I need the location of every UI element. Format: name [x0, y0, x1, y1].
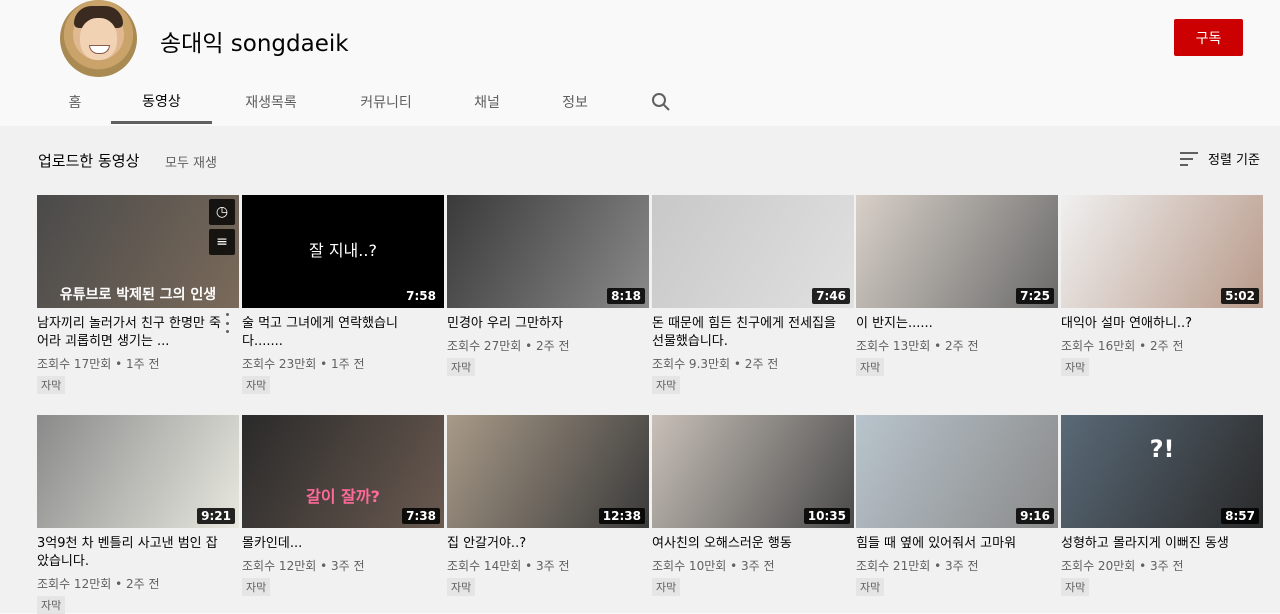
video-thumbnail[interactable]: 잘 지내..? 7:58	[242, 195, 444, 308]
tab-playlists[interactable]: 재생목록	[236, 80, 306, 124]
subtitles-badge: 자막	[652, 578, 681, 596]
video-thumbnail[interactable]: 7:25	[856, 195, 1058, 308]
tab-about[interactable]: 정보	[553, 80, 597, 124]
video-meta: 조회수 10만회 • 3주 전	[652, 559, 775, 573]
subtitles-badge: 자막	[1061, 358, 1090, 376]
subtitles-badge: 자막	[856, 358, 885, 376]
video-card[interactable]: 갈이 잘까? 7:38 몰카인데... 조회수 12만회 • 3주 전자막	[242, 415, 444, 596]
video-meta: 조회수 23만회 • 1주 전	[242, 357, 365, 371]
video-meta: 조회수 13만회 • 2주 전	[856, 339, 979, 353]
video-title[interactable]: 돈 때문에 힘든 친구에게 전세집을 선물했습니다.	[652, 315, 842, 351]
video-meta: 조회수 16만회 • 2주 전	[1061, 339, 1184, 353]
video-card[interactable]: 12:38 집 안갈거야..? 조회수 14만회 • 3주 전자막	[447, 415, 649, 596]
video-title[interactable]: 여사친의 오해스러운 행동	[652, 535, 842, 553]
video-meta: 조회수 27만회 • 2주 전	[447, 339, 570, 353]
channel-avatar[interactable]	[60, 0, 137, 77]
video-title[interactable]: 민경아 우리 그만하자	[447, 315, 637, 333]
video-thumbnail[interactable]: 7:46	[652, 195, 854, 308]
video-thumbnail[interactable]: 10:35	[652, 415, 854, 528]
video-card[interactable]: 7:25 이 반지는...... 조회수 13만회 • 2주 전자막	[856, 195, 1058, 376]
more-options-icon[interactable]	[224, 313, 230, 333]
sort-label: 정렬 기준	[1208, 153, 1260, 168]
sort-icon	[1180, 151, 1198, 166]
video-meta: 조회수 20만회 • 3주 전	[1061, 559, 1184, 573]
video-card[interactable]: 9:21 3억9천 차 벤틀리 사고낸 범인 잡았습니다. 조회수 12만회 • 2…	[37, 415, 239, 614]
video-meta: 조회수 17만회 • 1주 전	[37, 357, 160, 371]
video-title[interactable]: 이 반지는......	[856, 315, 1046, 333]
thumbnail-caption: 유튜브로 박제된 그의 인생	[59, 287, 217, 303]
subtitles-badge: 자막	[652, 376, 681, 394]
thumbnail-caption: 갈이 잘까?	[306, 487, 380, 506]
thumbnail-caption: 잘 지내..?	[309, 241, 377, 260]
video-card[interactable]: 9:16 힘들 때 옆에 있어줘서 고마워조회수 21만회 • 3주 전자막	[856, 415, 1058, 596]
video-title[interactable]: 대익아 설마 연애하니..?	[1061, 315, 1251, 333]
video-duration: 7:58	[402, 288, 440, 304]
search-icon[interactable]	[651, 92, 671, 112]
video-title[interactable]: 몰카인데...	[242, 535, 432, 553]
video-meta: 조회수 12만회 • 2주 전	[37, 577, 160, 591]
tab-channels[interactable]: 채널	[466, 80, 508, 124]
channel-name: 송대익 songdaeik	[160, 31, 349, 57]
play-all-link[interactable]: 모두 재생	[165, 152, 217, 171]
video-meta: 조회수 21만회 • 3주 전	[856, 559, 979, 573]
video-title[interactable]: 힘들 때 옆에 있어줘서 고마워	[856, 535, 1046, 553]
video-thumbnail[interactable]: 9:21	[37, 415, 239, 528]
video-duration: 9:16	[1016, 508, 1054, 524]
add-to-queue-icon[interactable]: ≡	[209, 229, 235, 255]
video-thumbnail[interactable]: 5:02	[1061, 195, 1263, 308]
video-thumbnail[interactable]: 9:16	[856, 415, 1058, 528]
video-thumbnail[interactable]: 유튜브로 박제된 그의 인생 ◷ ≡	[37, 195, 239, 308]
video-duration: 7:25	[1016, 288, 1054, 304]
video-duration: 10:35	[803, 508, 850, 524]
section-title: 업로드한 동영상	[38, 152, 140, 170]
video-card[interactable]: 7:46 돈 때문에 힘든 친구에게 전세집을 선물했습니다. 조회수 9.3만회 …	[652, 195, 854, 394]
subtitles-badge: 자막	[37, 376, 66, 394]
tab-videos[interactable]: 동영상	[111, 80, 212, 124]
video-card[interactable]: 10:35 여사친의 오해스러운 행동조회수 10만회 • 3주 전자막	[652, 415, 854, 596]
video-duration: 8:57	[1221, 508, 1259, 524]
video-title[interactable]: 3억9천 차 벤틀리 사고낸 범인 잡았습니다.	[37, 535, 227, 571]
video-card[interactable]: 잘 지내..? 7:58 술 먹고 그녀에게 연락했습니다....... 조회수 23…	[242, 195, 444, 394]
video-meta: 조회수 12만회 • 3주 전	[242, 559, 365, 573]
video-duration: 9:21	[197, 508, 235, 524]
video-thumbnail[interactable]: 8:18	[447, 195, 649, 308]
video-duration: 12:38	[598, 508, 645, 524]
subtitles-badge: 자막	[37, 596, 66, 614]
video-duration: 7:38	[402, 508, 440, 524]
watch-later-icon[interactable]: ◷	[209, 199, 235, 225]
video-meta: 조회수 14만회 • 3주 전	[447, 559, 570, 573]
video-thumbnail[interactable]: ?! 8:57	[1061, 415, 1263, 528]
subscribe-button[interactable]: 구독	[1174, 19, 1243, 56]
video-title[interactable]: 남자끼리 놀러가서 친구 한명만 죽어라 괴롭히면 생기는 ...	[37, 315, 227, 351]
video-title[interactable]: 집 안갈거야..?	[447, 535, 637, 553]
video-meta: 조회수 9.3만회 • 2주 전	[652, 357, 779, 371]
video-title[interactable]: 술 먹고 그녀에게 연락했습니다.......	[242, 315, 432, 351]
video-card[interactable]: ?! 8:57 성형하고 몰라지게 이뻐진 동생조회수 20만회 • 3주 전자막	[1061, 415, 1263, 596]
video-title[interactable]: 성형하고 몰라지게 이뻐진 동생	[1061, 535, 1251, 553]
subtitles-badge: 자막	[1061, 578, 1090, 596]
subtitles-badge: 자막	[447, 358, 476, 376]
tab-community[interactable]: 커뮤니티	[350, 80, 422, 124]
video-card[interactable]: 5:02 대익아 설마 연애하니..? 조회수 16만회 • 2주 전자막	[1061, 195, 1263, 376]
video-card[interactable]: 8:18 민경아 우리 그만하자조회수 27만회 • 2주 전자막	[447, 195, 649, 376]
video-duration: 5:02	[1221, 288, 1259, 304]
sort-button[interactable]: 정렬 기준	[1180, 149, 1260, 168]
thumbnail-caption: ?!	[1149, 435, 1175, 463]
subtitles-badge: 자막	[242, 376, 271, 394]
tab-home[interactable]: 홈	[62, 80, 88, 124]
video-duration: 7:46	[812, 288, 850, 304]
video-duration: 8:18	[607, 288, 645, 304]
video-thumbnail[interactable]: 갈이 잘까? 7:38	[242, 415, 444, 528]
video-card[interactable]: 유튜브로 박제된 그의 인생 ◷ ≡ 남자끼리 놀러가서 친구 한명만 죽어라 괴롭히…	[37, 195, 239, 394]
subtitles-badge: 자막	[856, 578, 885, 596]
subtitles-badge: 자막	[447, 578, 476, 596]
video-thumbnail[interactable]: 12:38	[447, 415, 649, 528]
subtitles-badge: 자막	[242, 578, 271, 596]
channel-header: 송대익 songdaeik 구독 홈 동영상 재생목록 커뮤니티 채널 정보	[0, 0, 1280, 126]
